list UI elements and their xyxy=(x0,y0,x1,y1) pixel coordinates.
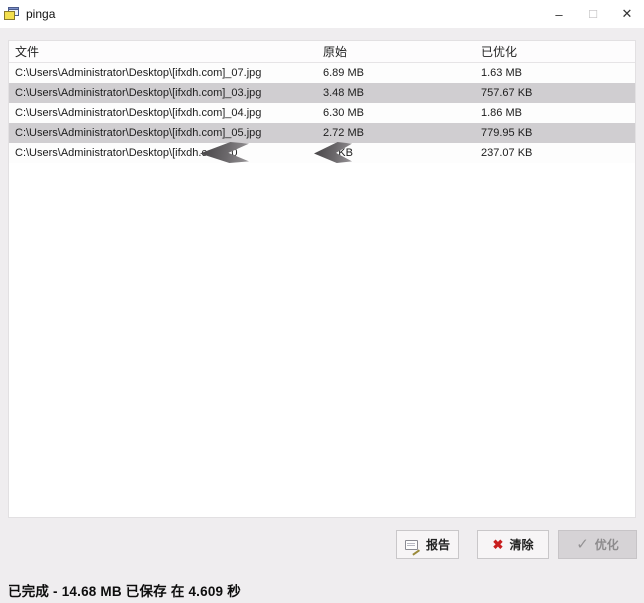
file-path: C:\Users\Administrator\Desktop\[ifxdh.co… xyxy=(9,127,323,139)
file-path: C:\Users\Administrator\Desktop\[ifxdh.co… xyxy=(9,87,323,99)
clear-button[interactable]: ✖ 清除 xyxy=(477,530,549,559)
optimized-size: 237.07 KB xyxy=(481,147,635,159)
title-bar[interactable]: pinga – ☐ ✕ xyxy=(0,0,644,28)
file-path: C:\Users\Administrator\Desktop\[ifxdh.co… xyxy=(9,67,323,79)
file-path: C:\Users\Administrator\Desktop\[ifxdh.co… xyxy=(9,147,323,159)
file-path: C:\Users\Administrator\Desktop\[ifxdh.co… xyxy=(9,107,323,119)
report-button-label: 报告 xyxy=(426,536,450,553)
original-size: 6.89 MB xyxy=(323,67,481,79)
file-list: 文件 原始 已优化 C:\Users\Administrator\Desktop… xyxy=(8,40,636,518)
optimize-button-label: 优化 xyxy=(595,536,619,553)
status-text: 已完成 - 14.68 MB 已保存 在 4.609 秒 xyxy=(8,580,241,600)
original-size: 3.48 MB xyxy=(323,87,481,99)
original-size: 6.30 MB xyxy=(323,107,481,119)
optimized-size: 1.86 MB xyxy=(481,107,635,119)
clear-x-icon: ✖ xyxy=(493,538,504,551)
table-row[interactable]: C:\Users\Administrator\Desktop\[ifxdh.co… xyxy=(9,123,635,143)
minimize-icon[interactable]: – xyxy=(542,0,576,28)
optimized-size: 757.67 KB xyxy=(481,87,635,99)
column-header-original[interactable]: 原始 xyxy=(323,43,481,60)
app-icon xyxy=(4,7,19,21)
window-controls: – ☐ ✕ xyxy=(542,0,644,28)
table-row[interactable]: C:\Users\Administrator\Desktop\[ifxdh.co… xyxy=(9,83,635,103)
original-size: 2.72 MB xyxy=(323,127,481,139)
optimize-button: ✓ 优化 xyxy=(558,530,637,559)
report-button[interactable]: 报告 xyxy=(396,530,459,559)
column-header-file[interactable]: 文件 xyxy=(9,43,323,60)
optimized-size: 779.95 KB xyxy=(481,127,635,139)
window-title: pinga xyxy=(26,7,55,21)
checkmark-icon: ✓ xyxy=(576,537,589,552)
optimized-size: 1.63 MB xyxy=(481,67,635,79)
column-header-optimized[interactable]: 已优化 xyxy=(481,43,635,60)
table-row[interactable]: C:\Users\Administrator\Desktop\[ifxdh.co… xyxy=(9,103,635,123)
table-row[interactable]: C:\Users\Administrator\Desktop\[ifxdh.co… xyxy=(9,63,635,83)
table-row[interactable]: C:\Users\Administrator\Desktop\[ifxdh.co… xyxy=(9,143,635,163)
report-icon xyxy=(405,539,420,551)
original-size: 32 KB xyxy=(323,147,481,159)
table-header: 文件 原始 已优化 xyxy=(9,41,635,63)
clear-button-label: 清除 xyxy=(509,536,533,553)
status-bar: 已完成 - 14.68 MB 已保存 在 4.609 秒 xyxy=(0,577,644,603)
maximize-icon[interactable]: ☐ xyxy=(576,0,610,28)
pinga-window: { "window": { "title": "pinga", "control… xyxy=(0,0,644,603)
close-icon[interactable]: ✕ xyxy=(610,0,644,28)
